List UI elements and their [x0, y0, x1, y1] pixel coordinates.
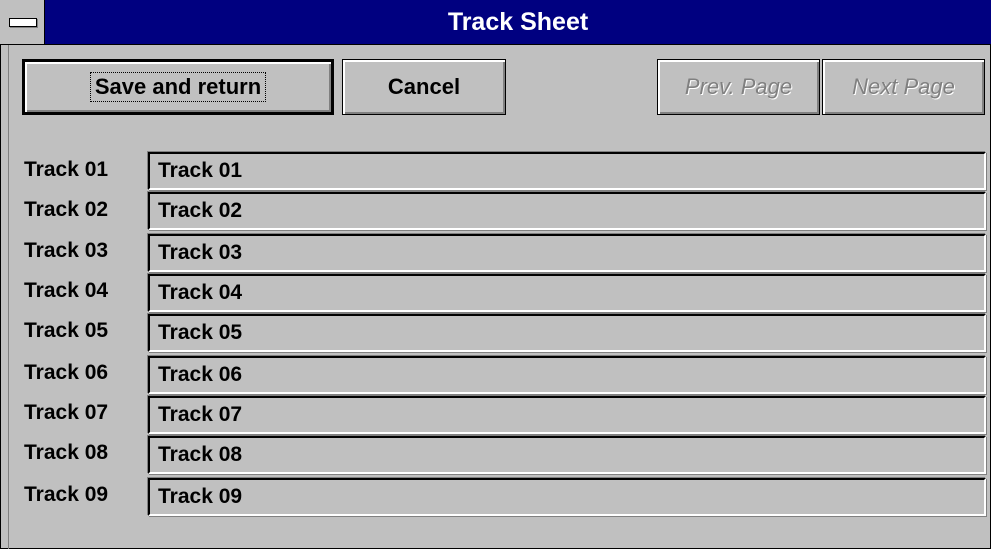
track-name-field[interactable] [148, 396, 986, 434]
track-name-field[interactable] [148, 356, 986, 394]
track-label: Track 08 [24, 441, 109, 464]
track-label: Track 05 [24, 319, 109, 342]
track-label: Track 02 [24, 198, 109, 221]
track-label: Track 06 [24, 361, 109, 384]
track-label: Track 09 [24, 483, 109, 506]
track-label: Track 04 [24, 279, 109, 302]
track-name-field[interactable] [148, 274, 986, 312]
window-title: Track Sheet [447, 8, 589, 36]
system-menu-icon [9, 18, 37, 27]
track-label: Track 03 [24, 239, 109, 262]
track-name-field[interactable] [148, 314, 986, 352]
prev-page-button[interactable]: Prev. Page [657, 59, 820, 115]
track-name-field[interactable] [148, 478, 986, 516]
title-bar[interactable]: Track Sheet [0, 0, 991, 45]
track-name-field[interactable] [148, 436, 986, 474]
track-label: Track 01 [24, 158, 109, 181]
cancel-label: Cancel [387, 74, 461, 99]
prev-page-label: Prev. Page [684, 74, 793, 99]
track-name-field[interactable] [148, 152, 986, 190]
system-menu-button[interactable] [0, 0, 45, 44]
cancel-button[interactable]: Cancel [342, 59, 506, 115]
track-name-field[interactable] [148, 192, 986, 230]
next-page-label: Next Page [852, 74, 955, 99]
next-page-button[interactable]: Next Page [822, 59, 985, 115]
track-label: Track 07 [24, 401, 109, 424]
track-name-field[interactable] [148, 234, 986, 272]
save-and-return-label: Save and return [89, 72, 267, 102]
save-and-return-button[interactable]: Save and return [22, 59, 334, 115]
